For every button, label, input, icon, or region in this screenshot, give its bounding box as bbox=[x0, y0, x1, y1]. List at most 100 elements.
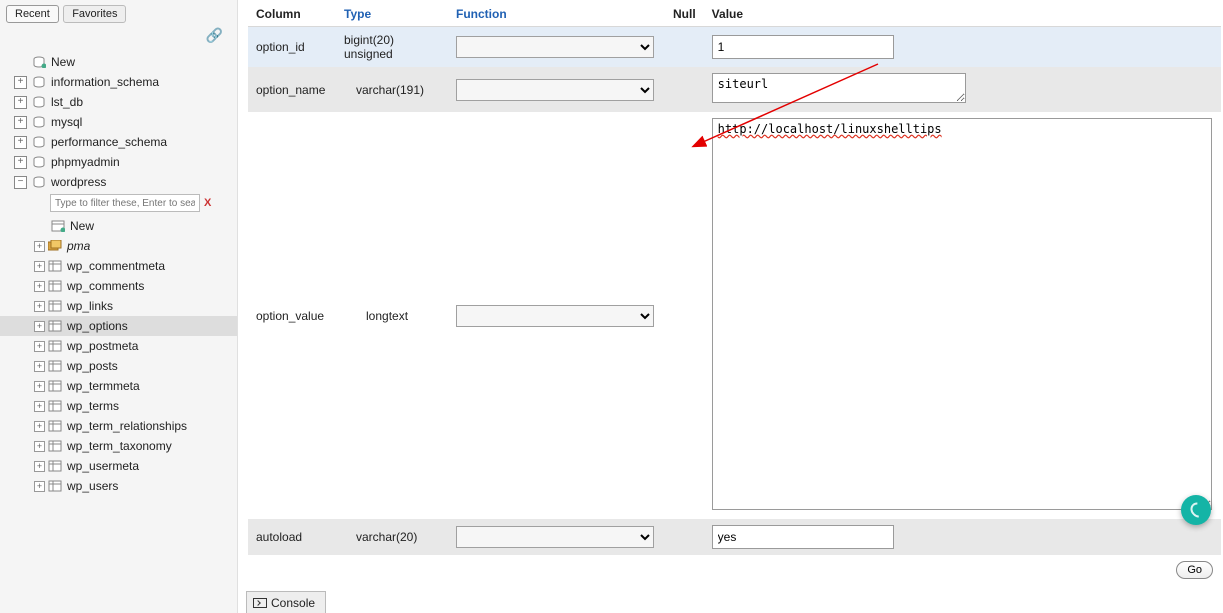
cell-value bbox=[704, 67, 1221, 112]
expand-icon[interactable]: + bbox=[14, 156, 27, 169]
link-icon[interactable]: 🔗 bbox=[0, 27, 237, 48]
expand-icon[interactable]: + bbox=[14, 116, 27, 129]
table-icon bbox=[47, 439, 63, 453]
tree-db-lst-db[interactable]: + lst_db bbox=[0, 92, 237, 112]
tree-table-pma[interactable]: + pma bbox=[0, 236, 237, 256]
table-label: pma bbox=[67, 239, 90, 253]
cell-function bbox=[448, 67, 665, 112]
expand-icon[interactable]: + bbox=[34, 341, 45, 352]
function-select-option-name[interactable] bbox=[456, 79, 654, 101]
header-function[interactable]: Function bbox=[448, 2, 665, 27]
function-select-option-value[interactable] bbox=[456, 305, 654, 327]
expand-icon[interactable]: + bbox=[34, 441, 45, 452]
database-icon bbox=[31, 115, 47, 129]
tree-table-wp-postmeta[interactable]: + wp_postmeta bbox=[0, 336, 237, 356]
expand-icon[interactable]: + bbox=[14, 76, 27, 89]
table-icon bbox=[47, 339, 63, 353]
header-null[interactable]: Null bbox=[665, 2, 704, 27]
expand-icon[interactable]: + bbox=[34, 281, 45, 292]
favorites-tab[interactable]: Favorites bbox=[63, 5, 126, 23]
expand-icon[interactable]: + bbox=[34, 361, 45, 372]
expand-icon[interactable]: + bbox=[34, 321, 45, 332]
value-textarea-option-name[interactable] bbox=[712, 73, 966, 103]
console-icon bbox=[253, 598, 267, 608]
tree-table-wp-links[interactable]: + wp_links bbox=[0, 296, 237, 316]
table-label: wp_term_taxonomy bbox=[67, 439, 172, 453]
table-label: wp_links bbox=[67, 299, 113, 313]
db-label: wordpress bbox=[51, 175, 106, 189]
table-group-icon bbox=[47, 239, 63, 253]
filter-clear-button[interactable]: X bbox=[204, 197, 211, 209]
expand-icon[interactable]: + bbox=[34, 241, 45, 252]
expand-icon[interactable]: + bbox=[34, 421, 45, 432]
tree-label-new-table: New bbox=[70, 219, 94, 233]
table-icon bbox=[47, 459, 63, 473]
table-icon bbox=[47, 479, 63, 493]
tree-table-wp-termmeta[interactable]: + wp_termmeta bbox=[0, 376, 237, 396]
tree-table-wp-usermeta[interactable]: + wp_usermeta bbox=[0, 456, 237, 476]
recent-tab[interactable]: Recent bbox=[6, 5, 59, 23]
table-new-icon bbox=[50, 219, 66, 233]
cell-type: varchar(20) bbox=[336, 519, 448, 555]
tree-new-db[interactable]: New bbox=[0, 52, 237, 72]
tree-db-information-schema[interactable]: + information_schema bbox=[0, 72, 237, 92]
expand-icon[interactable]: + bbox=[14, 136, 27, 149]
table-icon bbox=[47, 399, 63, 413]
cell-column: option_id bbox=[248, 27, 336, 68]
expand-icon[interactable]: + bbox=[34, 481, 45, 492]
tree-db-wordpress[interactable]: − wordpress bbox=[0, 172, 237, 192]
table-label: wp_term_relationships bbox=[67, 419, 187, 433]
expand-icon[interactable]: + bbox=[34, 381, 45, 392]
tree-db-mysql[interactable]: + mysql bbox=[0, 112, 237, 132]
db-label: phpmyadmin bbox=[51, 155, 120, 169]
expand-icon[interactable]: + bbox=[34, 461, 45, 472]
expand-icon[interactable]: + bbox=[34, 261, 45, 272]
header-value[interactable]: Value bbox=[704, 2, 1221, 27]
console-toggle[interactable]: Console bbox=[246, 591, 326, 613]
cell-function bbox=[448, 519, 665, 555]
value-input-autoload[interactable] bbox=[712, 525, 894, 549]
tree-table-wp-terms[interactable]: + wp_terms bbox=[0, 396, 237, 416]
tree-db-phpmyadmin[interactable]: + phpmyadmin bbox=[0, 152, 237, 172]
database-icon bbox=[31, 95, 47, 109]
tree-table-wp-users[interactable]: + wp_users bbox=[0, 476, 237, 496]
table-label: wp_termmeta bbox=[67, 379, 140, 393]
database-icon bbox=[31, 155, 47, 169]
database-icon bbox=[31, 75, 47, 89]
tree-table-wp-options[interactable]: + wp_options bbox=[0, 316, 237, 336]
db-label: mysql bbox=[51, 115, 82, 129]
table-icon bbox=[47, 379, 63, 393]
value-input-option-id[interactable] bbox=[712, 35, 894, 59]
cell-column: autoload bbox=[248, 519, 336, 555]
tree-table-wp-comments[interactable]: + wp_comments bbox=[0, 276, 237, 296]
help-widget[interactable] bbox=[1181, 495, 1211, 525]
header-column[interactable]: Column bbox=[248, 2, 336, 27]
collapse-icon[interactable]: − bbox=[14, 176, 27, 189]
tree-db-performance-schema[interactable]: + performance_schema bbox=[0, 132, 237, 152]
cell-null bbox=[665, 67, 704, 112]
table-label: wp_postmeta bbox=[67, 339, 138, 353]
function-select-autoload[interactable] bbox=[456, 526, 654, 548]
filter-input[interactable] bbox=[50, 194, 200, 212]
tree-table-wp-commentmeta[interactable]: + wp_commentmeta bbox=[0, 256, 237, 276]
cell-null bbox=[665, 112, 704, 519]
header-type[interactable]: Type bbox=[336, 2, 448, 27]
table-icon bbox=[47, 319, 63, 333]
value-textarea-option-value[interactable] bbox=[712, 118, 1212, 510]
table-icon bbox=[47, 359, 63, 373]
tree-new-table[interactable]: New bbox=[0, 216, 237, 236]
tree-table-wp-posts[interactable]: + wp_posts bbox=[0, 356, 237, 376]
expand-icon[interactable]: + bbox=[34, 301, 45, 312]
expand-icon[interactable]: + bbox=[14, 96, 27, 109]
cell-type: varchar(191) bbox=[336, 67, 448, 112]
database-tree: New + information_schema + lst_db + mysq… bbox=[0, 48, 237, 500]
expand-icon[interactable]: + bbox=[34, 401, 45, 412]
tree-table-wp-term-taxonomy[interactable]: + wp_term_taxonomy bbox=[0, 436, 237, 456]
cell-column: option_name bbox=[248, 67, 336, 112]
function-select-option-id[interactable] bbox=[456, 36, 654, 58]
table-label: wp_posts bbox=[67, 359, 118, 373]
tree-table-wp-term-relationships[interactable]: + wp_term_relationships bbox=[0, 416, 237, 436]
cell-null bbox=[665, 519, 704, 555]
cell-function bbox=[448, 112, 665, 519]
go-button[interactable]: Go bbox=[1176, 561, 1213, 579]
